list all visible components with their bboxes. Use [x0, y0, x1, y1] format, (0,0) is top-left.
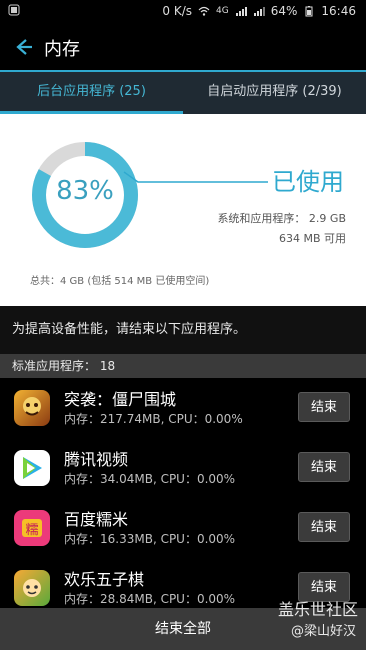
app-name: 腾讯视频 [64, 450, 129, 469]
page-title: 内存 [44, 39, 80, 60]
app-memory: 内存：28.84MB, CPU：0.00% [64, 592, 236, 606]
app-bar: 内存 [0, 24, 366, 70]
status-bar: 0 K/s 4G 64% 16:46 [0, 0, 366, 24]
status-right: 0 K/s 4G 64% 16:46 [162, 4, 356, 18]
clock: 16:46 [321, 4, 356, 18]
app-memory: 内存：34.04MB, CPU：0.00% [64, 472, 236, 486]
list-item: 糯 百度糯米 内存：16.33MB, CPU：0.00% 结束 [0, 498, 366, 558]
total-memory: 总共：4 GB (包括 514 MB 已使用空间) [30, 276, 210, 287]
app-notification-icon [8, 4, 20, 16]
available-memory: 634 MB 可用 [278, 232, 346, 245]
performance-hint: 为提高设备性能，请结束以下应用程序。 [0, 306, 366, 354]
section-standard-apps: 标准应用程序： 18 [0, 354, 366, 378]
wifi-icon [198, 5, 210, 17]
list-item: 腾讯视频 内存：34.04MB, CPU：0.00% 结束 [0, 438, 366, 498]
watermark-user: @梁山好汉 [290, 624, 356, 639]
app-memory: 内存：217.74MB, CPU：0.00% [64, 412, 243, 426]
tab-bar: 后台应用程序 (25) 自启动应用程序 (2/39) [0, 70, 366, 114]
signal-icon-2 [253, 5, 265, 17]
list-item: 突袭：僵尸围城 内存：217.74MB, CPU：0.00% 结束 [0, 378, 366, 438]
tab-autostart-apps[interactable]: 自启动应用程序 (2/39) [183, 70, 366, 114]
tencent-video-icon [14, 450, 50, 486]
signal-icon [235, 5, 247, 17]
system-apps-usage: 系统和应用程序： 2.9 GB [217, 212, 346, 225]
network-type: 4G [216, 6, 229, 16]
app-name: 百度糯米 [64, 510, 129, 529]
app-memory: 内存：16.33MB, CPU：0.00% [64, 532, 236, 546]
network-speed: 0 K/s [162, 4, 193, 18]
gomoku-game-icon [14, 570, 50, 606]
back-arrow-icon[interactable] [12, 36, 34, 58]
app-name: 欢乐五子棋 [64, 570, 145, 589]
battery-icon [303, 5, 315, 17]
battery-percent: 64% [270, 4, 298, 18]
status-left [8, 4, 20, 16]
end-button[interactable]: 结束 [298, 392, 350, 422]
end-button[interactable]: 结束 [298, 512, 350, 542]
used-label: 已使用 [272, 168, 344, 196]
svg-text:糯: 糯 [25, 523, 38, 538]
end-button[interactable]: 结束 [298, 452, 350, 482]
watermark-community: 盖乐世社区 [277, 600, 358, 619]
memory-usage-card: 83% 已使用 系统和应用程序： 2.9 GB 634 MB 可用 总共：4 G… [0, 114, 366, 306]
app-name: 突袭：僵尸围城 [64, 390, 177, 409]
baidu-nuomi-icon: 糯 [14, 510, 50, 546]
tab-background-apps[interactable]: 后台应用程序 (25) [0, 70, 183, 114]
usage-percent: 83% [56, 176, 114, 206]
raid-game-icon [14, 390, 50, 426]
